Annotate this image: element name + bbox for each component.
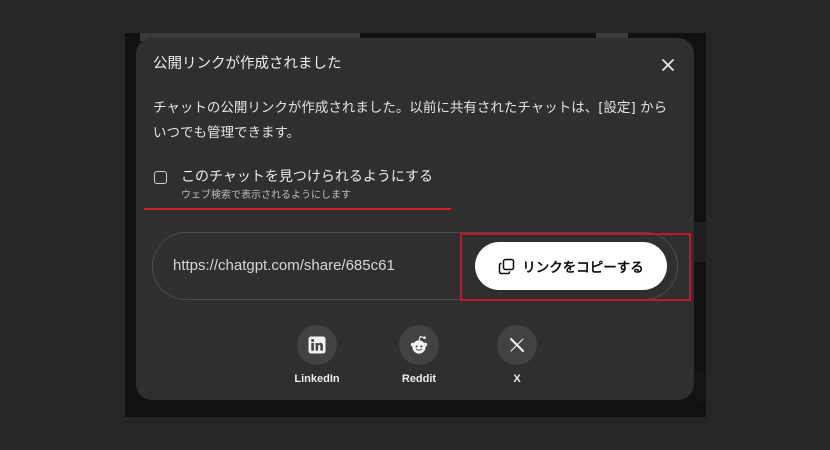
linkedin-label: LinkedIn: [294, 373, 340, 385]
x-circle: [497, 325, 537, 365]
share-dialog: 公開リンクが作成されました チャットの公開リンクが作成されました。以前に共有され…: [136, 38, 694, 400]
dialog-description: チャットの公開リンクが作成されました。以前に共有されたチャットは、[設定] から…: [153, 96, 677, 146]
copy-icon: [499, 258, 515, 274]
close-icon: [662, 59, 674, 71]
share-x-button[interactable]: X: [477, 325, 557, 386]
copy-link-label: リンクをコピーする: [522, 260, 644, 276]
share-url-text: https://chatgpt.com/share/685c61: [173, 257, 395, 274]
copy-link-button[interactable]: リンクをコピーする: [475, 242, 667, 290]
reddit-icon: [410, 335, 428, 354]
description-text: チャットの公開リンクが作成されました。以前に共有されたチャットは、: [153, 100, 599, 116]
discoverable-label[interactable]: このチャットを見つけられるようにする: [181, 168, 433, 186]
reddit-label: Reddit: [401, 373, 437, 385]
reddit-circle: [399, 325, 439, 365]
backdrop-content-edge: [694, 222, 706, 262]
discoverable-sublabel: ウェブ検索で表示されるようにします: [181, 190, 351, 201]
settings-link[interactable]: [設定]: [598, 100, 636, 116]
share-reddit-button[interactable]: Reddit: [379, 325, 459, 386]
linkedin-circle: [297, 325, 337, 365]
close-button[interactable]: [658, 55, 678, 75]
share-linkedin-button[interactable]: LinkedIn: [277, 325, 357, 386]
dialog-title: 公開リンクが作成されました: [153, 56, 342, 72]
linkedin-icon: [308, 336, 326, 354]
x-label: X: [513, 373, 521, 385]
x-icon: [509, 337, 525, 353]
discoverable-checkbox[interactable]: [154, 171, 167, 184]
highlight-underline: [144, 208, 451, 210]
backdrop-content-edge: [694, 372, 706, 402]
